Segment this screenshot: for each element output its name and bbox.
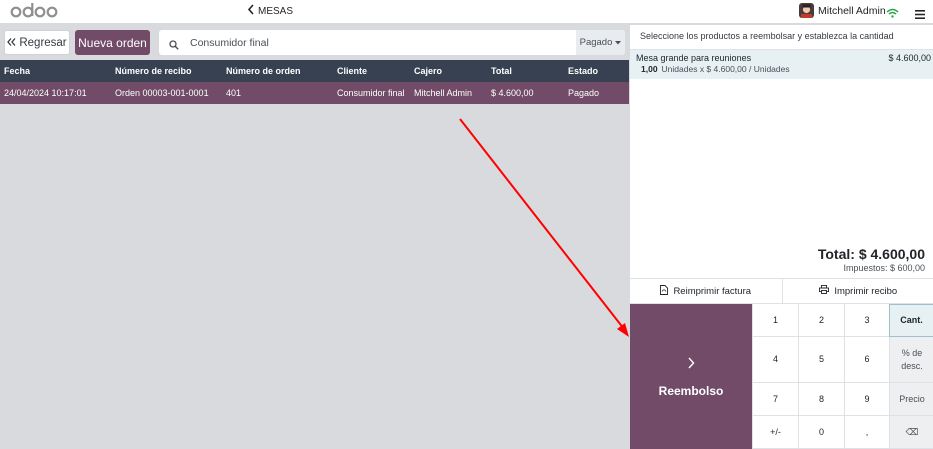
numpad-key-plus-minus[interactable]: +/- <box>752 416 798 449</box>
refund-orderline[interactable]: Mesa grande para reuniones $ 4.600,00 1,… <box>630 49 933 79</box>
orders-table-header: Fecha Número de recibo Número de orden C… <box>0 60 629 82</box>
wifi-icon[interactable] <box>886 5 899 23</box>
numpad-key-4[interactable]: 4 <box>752 337 798 383</box>
discount-label-line2: desc. <box>901 360 923 371</box>
orderline-unit-detail: Unidades x $ 4.600,00 / Unidades <box>661 64 790 74</box>
numpad-key-3[interactable]: 3 <box>844 304 889 337</box>
search-bar: Pagado <box>159 30 625 55</box>
search-input[interactable] <box>188 34 568 51</box>
order-total: $ 4.600,00 <box>491 88 534 98</box>
numpad-key-2[interactable]: 2 <box>798 304 844 337</box>
order-total-amount: Total: $ 4.600,00 <box>817 246 925 262</box>
order-summary: Total: $ 4.600,00 Impuestos: $ 600,00 <box>818 246 925 273</box>
order-date: 24/04/2024 10:17:01 <box>4 88 87 98</box>
chevron-left-icon <box>247 4 255 18</box>
order-cashier: Mitchell Admin <box>414 88 473 98</box>
column-header-cashier: Cajero <box>414 66 443 76</box>
numpad-key-1[interactable]: 1 <box>752 304 798 337</box>
numpad-key-8[interactable]: 8 <box>798 383 844 416</box>
numpad-key-7[interactable]: 7 <box>752 383 798 416</box>
numpad-key-decimal[interactable]: , <box>844 416 889 449</box>
order-customer: Consumidor final <box>337 88 405 98</box>
status-filter-label: Pagado <box>579 37 613 48</box>
numpad-key-9[interactable]: 9 <box>844 383 889 416</box>
ticket-screen: Regresar Nueva orden Pagado Fecha Número… <box>0 25 629 449</box>
column-header-order-number: Número de orden <box>226 66 301 76</box>
back-to-tables-label: MESAS <box>258 5 294 17</box>
numpad-key-6[interactable]: 6 <box>844 337 889 383</box>
refund-panel: Seleccione los productos a reembolsar y … <box>629 25 933 449</box>
order-status: Pagado <box>568 88 600 98</box>
numpad-key-5[interactable]: 5 <box>798 337 844 383</box>
column-header-date: Fecha <box>4 66 31 76</box>
refund-instructions: Seleccione los productos a reembolsar y … <box>640 31 894 41</box>
ticket-toolbar: Regresar Nueva orden Pagado <box>0 25 629 60</box>
reprint-invoice-button[interactable]: Reimprimir factura <box>630 279 782 303</box>
column-header-customer: Cliente <box>337 66 368 76</box>
caret-down-icon <box>615 37 622 48</box>
print-actions: Reimprimir factura Imprimir recibo <box>630 278 933 304</box>
numpad-mode-discount[interactable]: % de desc. <box>889 337 933 383</box>
order-receipt-number: Orden 00003-001-0001 <box>115 88 209 98</box>
backspace-icon: ⌫ <box>905 426 919 437</box>
refund-button[interactable]: Reembolso <box>630 304 752 449</box>
printer-icon <box>819 285 830 297</box>
table-row[interactable]: 24/04/2024 10:17:01 Orden 00003-001-0001… <box>0 82 629 104</box>
numpad: 1 2 3 Cant. 4 5 6 % de desc. 7 8 9 Preci… <box>752 304 933 449</box>
status-filter-dropdown[interactable]: Pagado <box>576 30 625 55</box>
order-number: 401 <box>226 88 242 98</box>
orderline-price: $ 4.600,00 <box>888 53 931 63</box>
print-receipt-button[interactable]: Imprimir recibo <box>781 279 933 303</box>
odoo-logo <box>10 1 58 21</box>
double-chevron-left-icon <box>7 37 16 49</box>
refund-button-label: Reembolso <box>658 383 724 398</box>
numpad-mode-quantity[interactable]: Cant. <box>889 304 933 337</box>
user-name: Mitchell Admin <box>818 4 886 17</box>
back-to-tables-button[interactable]: MESAS <box>247 3 293 19</box>
orderline-quantity: 1,00 <box>641 64 658 74</box>
search-icon <box>169 37 179 55</box>
back-button[interactable]: Regresar <box>4 30 70 55</box>
top-bar: MESAS Mitchell Admin <box>0 0 933 25</box>
avatar <box>799 3 814 18</box>
reprint-invoice-label: Reimprimir factura <box>673 285 752 297</box>
numpad-mode-price[interactable]: Precio <box>889 383 933 416</box>
new-order-button[interactable]: Nueva orden <box>75 30 150 55</box>
numpad-key-0[interactable]: 0 <box>798 416 844 449</box>
file-pdf-icon <box>660 284 669 298</box>
column-header-status: Estado <box>568 66 599 76</box>
orderline-detail: 1,00 Unidades x $ 4.600,00 / Unidades <box>641 64 790 74</box>
discount-label-line1: % de <box>901 347 923 358</box>
menu-icon[interactable] <box>915 6 925 24</box>
order-taxes-amount: Impuestos: $ 600,00 <box>843 263 925 273</box>
numpad-backspace-button[interactable]: ⌫ <box>889 416 933 449</box>
chevron-right-icon <box>687 356 695 374</box>
column-header-receipt-number: Número de recibo <box>115 66 192 76</box>
print-receipt-label: Imprimir recibo <box>834 285 898 297</box>
column-header-total: Total <box>491 66 512 76</box>
orderline-product-name: Mesa grande para reuniones <box>636 53 752 63</box>
user-menu[interactable]: Mitchell Admin <box>799 2 886 19</box>
back-button-label: Regresar <box>19 36 67 49</box>
